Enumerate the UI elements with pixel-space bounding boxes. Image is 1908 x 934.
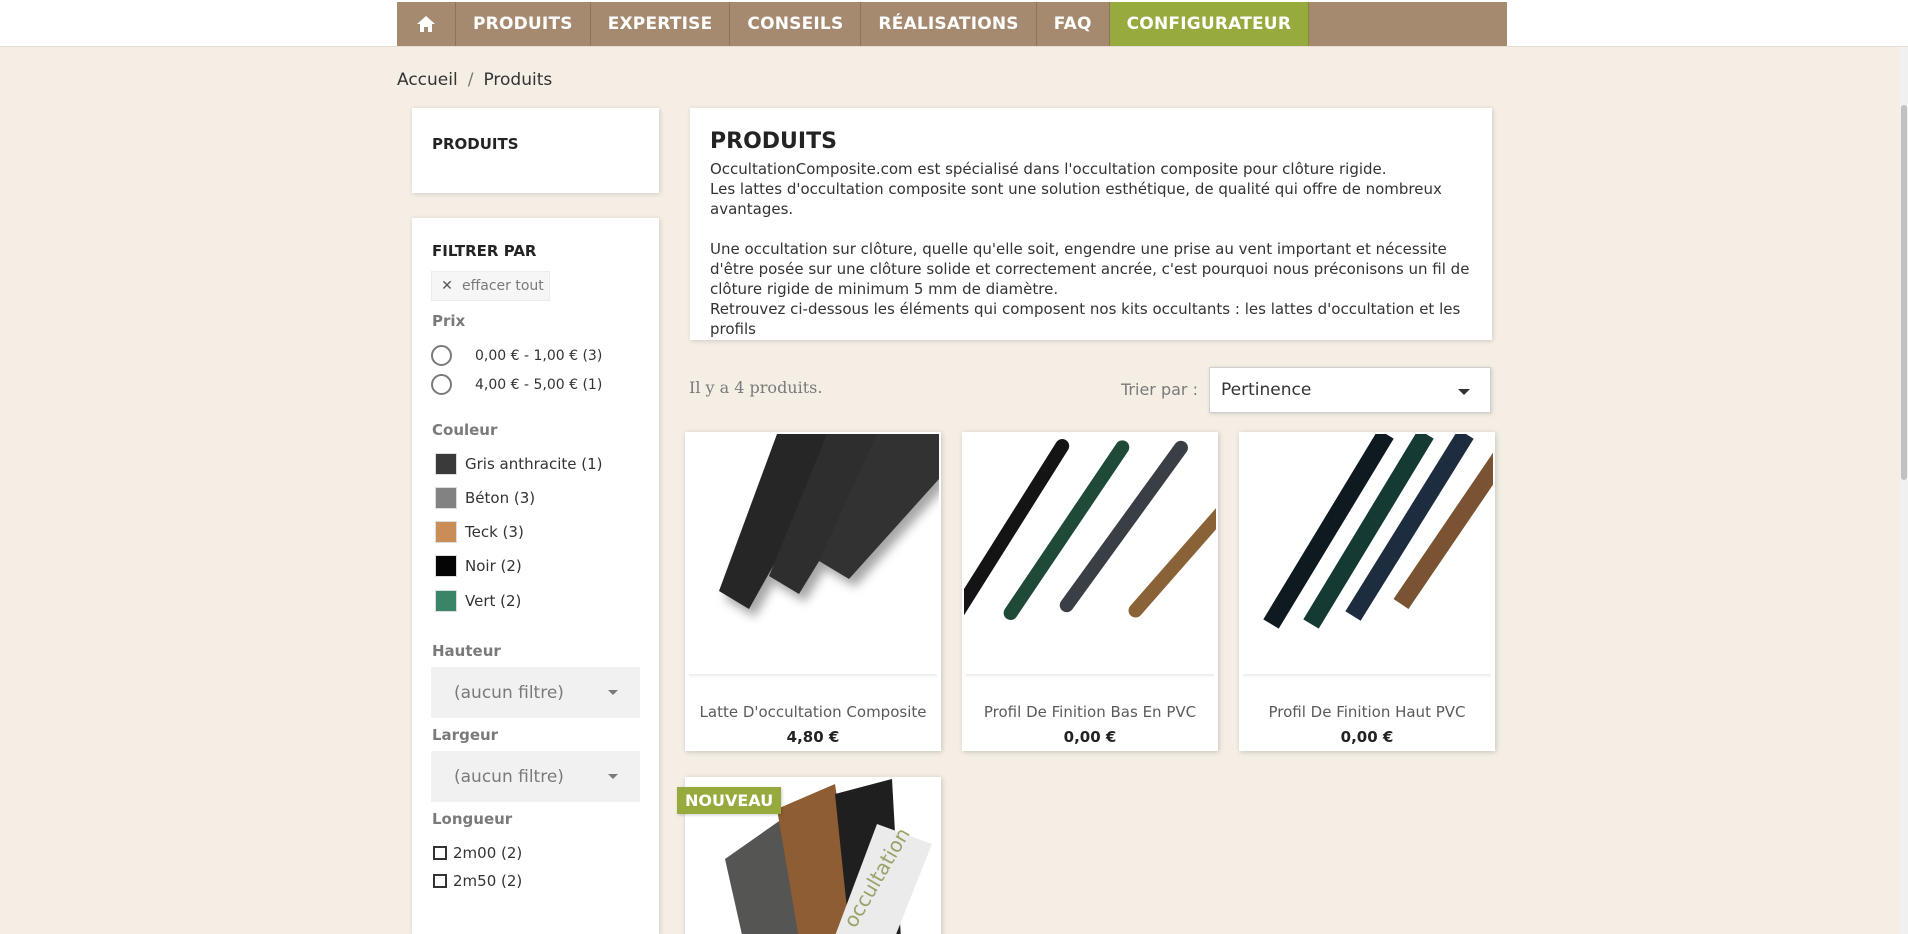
filters-title: FILTRER PAR [432,242,537,260]
breadcrumb: Accueil / Produits [397,70,552,90]
product-card[interactable]: Latte D'occultation Composite 4,80 € [685,432,941,751]
radio-button[interactable] [431,345,452,366]
color-option-label: Teck (3) [465,523,524,541]
color-swatch[interactable] [436,488,456,508]
product-price: 0,00 € [1063,728,1117,746]
checkbox[interactable] [433,846,447,860]
price-option-label: 4,00 € - 5,00 € (1) [475,376,603,393]
color-option-label: Gris anthracite (1) [465,455,603,473]
color-option-beton[interactable]: Béton (3) [436,488,535,508]
height-filter-select[interactable]: (aucun filtre) [431,667,640,718]
caret-down-icon [608,690,618,695]
product-count: Il y a 4 produits. [689,378,823,397]
color-option-noir[interactable]: Noir (2) [436,556,522,576]
sort-label: Trier par : [1121,380,1198,399]
caret-down-icon [1458,389,1470,395]
length-option-2m00[interactable]: 2m00 (2) [433,844,522,862]
sidebar-category-card: PRODUITS [412,108,659,193]
category-paragraph-3 [710,219,1472,239]
color-option-vert[interactable]: Vert (2) [436,591,521,611]
width-filter-select[interactable]: (aucun filtre) [431,751,640,802]
price-option-1[interactable]: 0,00 € - 1,00 € (3) [431,345,602,366]
nav-home[interactable] [397,2,456,46]
nav-produits[interactable]: PRODUITS [456,2,591,46]
filters-panel: FILTRER PAR ✕ effacer tout Prix 0,00 € -… [412,218,659,934]
product-separator [966,674,1214,678]
product-separator [1243,674,1491,678]
length-option-label: 2m00 (2) [453,844,523,862]
color-swatch[interactable] [436,556,456,576]
color-option-label: Béton (3) [465,489,536,507]
product-image[interactable] [687,434,939,674]
category-paragraph-5: Retrouvez ci-dessous les éléments qui co… [710,300,1461,338]
category-title: PRODUITS [710,129,837,154]
color-swatch[interactable] [436,591,456,611]
width-filter-value: (aucun filtre) [454,766,564,787]
height-filter-value: (aucun filtre) [454,682,564,703]
color-option-label: Vert (2) [465,592,522,610]
new-badge: NOUVEAU [677,787,782,814]
color-swatch[interactable] [436,522,456,542]
product-price: 0,00 € [1340,728,1394,746]
category-paragraph-1: OccultationComposite.com est spécialisé … [710,160,1387,178]
width-filter-heading: Largeur [432,726,499,744]
price-option-2[interactable]: 4,00 € - 5,00 € (1) [431,374,602,395]
product-price: 4,80 € [786,728,840,746]
nav-expertise[interactable]: EXPERTISE [591,2,731,46]
sort-select[interactable]: Pertinence [1209,367,1491,413]
scrollbar-thumb[interactable] [1901,105,1907,480]
breadcrumb-separator: / [467,70,474,90]
caret-down-icon [608,774,618,779]
radio-button[interactable] [431,374,452,395]
nav-realisations[interactable]: RÉALISATIONS [861,2,1037,46]
nav-faq[interactable]: FAQ [1037,2,1110,46]
checkbox[interactable] [433,874,447,888]
length-option-2m50[interactable]: 2m50 (2) [433,872,522,890]
breadcrumb-current[interactable]: Produits [483,70,552,90]
nav-configurateur[interactable]: CONFIGURATEUR [1109,2,1310,46]
product-name[interactable]: Profil De Finition Haut PVC [1239,703,1495,721]
nav-conseils[interactable]: CONSEILS [730,2,862,46]
price-filter-heading: Prix [432,312,466,330]
product-image[interactable] [1241,434,1493,674]
color-option-gris-anthracite[interactable]: Gris anthracite (1) [436,454,603,474]
clear-all-label: effacer tout [462,278,544,294]
color-option-teck[interactable]: Teck (3) [436,522,524,542]
sidebar-category-title[interactable]: PRODUITS [432,135,519,153]
category-paragraph-2: Les lattes d'occultation composite sont … [710,180,1442,218]
product-separator [689,674,937,678]
color-filter-heading: Couleur [432,421,498,439]
product-card[interactable]: Profil De Finition Haut PVC 0,00 € [1239,432,1495,751]
color-swatch[interactable] [436,454,456,474]
home-icon [417,16,435,32]
product-image[interactable] [964,434,1216,674]
category-description: PRODUITS OccultationComposite.com est sp… [690,108,1492,340]
product-card[interactable]: Profil De Finition Bas En PVC 0,00 € [962,432,1218,751]
height-filter-heading: Hauteur [432,642,501,660]
price-option-label: 0,00 € - 1,00 € (3) [475,347,603,364]
category-paragraph-4: Une occultation sur clôture, quelle qu'e… [710,240,1470,298]
product-name[interactable]: Profil De Finition Bas En PVC [962,703,1218,721]
breadcrumb-home-link[interactable]: Accueil [397,70,458,90]
length-option-label: 2m50 (2) [453,872,523,890]
color-option-label: Noir (2) [465,557,522,575]
close-icon: ✕ [441,278,453,294]
clear-all-filters-button[interactable]: ✕ effacer tout [431,271,550,301]
length-filter-heading: Longueur [432,810,513,828]
sort-value: Pertinence [1221,380,1312,400]
product-name[interactable]: Latte D'occultation Composite [685,703,941,721]
main-nav: PRODUITS EXPERTISE CONSEILS RÉALISATIONS… [397,2,1507,46]
